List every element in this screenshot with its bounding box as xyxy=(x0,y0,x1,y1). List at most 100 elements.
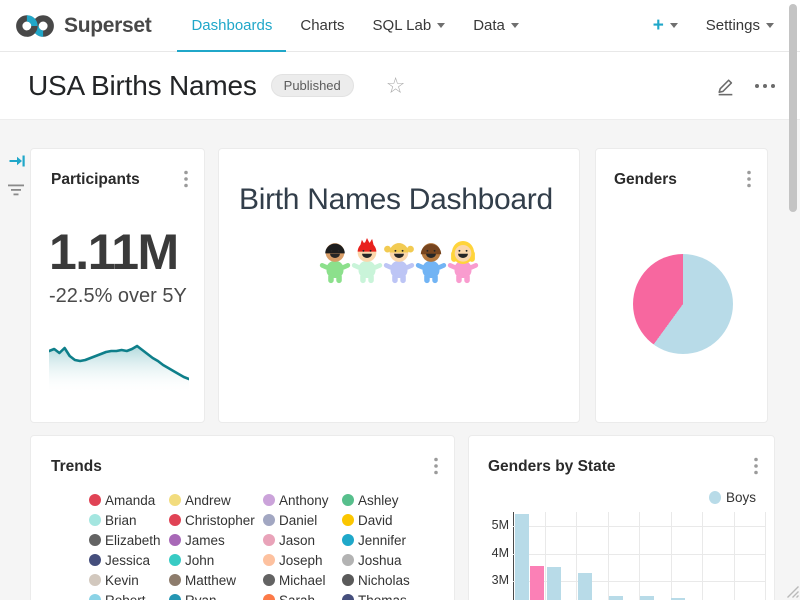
legend-dot-icon xyxy=(169,594,181,600)
pencil-icon xyxy=(715,75,736,96)
legend-item-joshua[interactable]: Joshua xyxy=(342,553,442,568)
legend-label: John xyxy=(185,553,214,568)
settings-menu[interactable]: Settings xyxy=(706,17,774,34)
vertical-scrollbar-thumb[interactable] xyxy=(789,4,797,212)
child-emoji-icon xyxy=(382,237,416,285)
legend-label: Jason xyxy=(279,533,315,548)
legend-dot-icon xyxy=(169,574,181,586)
card-genders-by-state: Genders by State Boys 5M 4M 3M xyxy=(468,435,775,600)
markdown-heading: Birth Names Dashboard xyxy=(239,183,561,217)
legend-item-nicholas[interactable]: Nicholas xyxy=(342,573,442,588)
bar-boys[interactable] xyxy=(547,567,561,600)
nav-item-dashboards[interactable]: Dashboards xyxy=(177,0,286,52)
legend-label: James xyxy=(185,533,225,548)
filter-list-button[interactable] xyxy=(7,183,25,202)
bar-boys[interactable] xyxy=(515,514,529,600)
bar-boys[interactable] xyxy=(578,573,592,600)
legend-dot-icon xyxy=(89,554,101,566)
legend-label: Christopher xyxy=(185,513,255,528)
legend-dot-icon xyxy=(263,494,275,506)
nav-item-label: Dashboards xyxy=(191,17,272,34)
chart-options-button[interactable] xyxy=(184,170,188,193)
legend-item-jennifer[interactable]: Jennifer xyxy=(342,533,442,548)
legend-item-joseph[interactable]: Joseph xyxy=(263,553,342,568)
nav-right: + Settings xyxy=(653,16,800,35)
legend-item-elizabeth[interactable]: Elizabeth xyxy=(89,533,169,548)
published-badge[interactable]: Published xyxy=(271,74,354,97)
legend-item-boys[interactable]: Boys xyxy=(709,490,756,505)
chart-title: Participants xyxy=(51,171,140,189)
legend-label: Brian xyxy=(105,513,137,528)
arrow-to-bar-icon xyxy=(8,152,26,170)
legend-item-john[interactable]: John xyxy=(169,553,263,568)
legend-item-kevin[interactable]: Kevin xyxy=(89,573,169,588)
legend-item-sarah[interactable]: Sarah xyxy=(263,593,342,600)
legend-item-amanda[interactable]: Amanda xyxy=(89,493,169,508)
nav-item-sql-lab[interactable]: SQL Lab xyxy=(359,0,460,52)
legend-label: Anthony xyxy=(279,493,329,508)
legend-dot-icon xyxy=(89,494,101,506)
more-actions-button[interactable] xyxy=(754,83,776,89)
legend-dot-icon xyxy=(263,594,275,600)
legend-label: Andrew xyxy=(185,493,231,508)
legend-label: Ryan xyxy=(185,593,217,600)
trendline-sparkline xyxy=(49,341,189,393)
sparkline-area xyxy=(49,346,189,393)
chart-options-button[interactable] xyxy=(754,457,758,480)
legend-dot-icon xyxy=(263,534,275,546)
legend-item-anthony[interactable]: Anthony xyxy=(263,493,342,508)
legend-label: Joseph xyxy=(279,553,323,568)
chart-options-button[interactable] xyxy=(434,457,438,480)
legend-item-james[interactable]: James xyxy=(169,533,263,548)
bar-boys[interactable] xyxy=(640,596,654,600)
legend-label: Ashley xyxy=(358,493,399,508)
superset-logo[interactable]: Superset xyxy=(0,12,165,40)
legend-item-jason[interactable]: Jason xyxy=(263,533,342,548)
resize-handle[interactable] xyxy=(786,585,799,600)
legend-dot-icon xyxy=(342,534,354,546)
legend-item-david[interactable]: David xyxy=(342,513,442,528)
bar-girls[interactable] xyxy=(530,566,544,600)
legend-dot-icon xyxy=(342,554,354,566)
infinity-logo-icon xyxy=(14,12,56,40)
legend-item-andrew[interactable]: Andrew xyxy=(169,493,263,508)
expand-filter-bar-button[interactable] xyxy=(8,152,26,175)
nav-item-data[interactable]: Data xyxy=(459,0,533,52)
legend-label: Robert xyxy=(105,593,146,600)
gridline-horizontal xyxy=(513,526,765,527)
card-trends: Trends AmandaAndrewAnthonyAshleyBrianChr… xyxy=(30,435,455,600)
chart-title: Genders by State xyxy=(488,458,616,476)
nav-item-label: Charts xyxy=(300,17,344,34)
chevron-down-icon xyxy=(670,23,678,28)
legend-item-christopher[interactable]: Christopher xyxy=(169,513,263,528)
favorite-star-icon[interactable]: ☆ xyxy=(386,75,406,97)
legend-item-daniel[interactable]: Daniel xyxy=(263,513,342,528)
legend-item-thomas[interactable]: Thomas xyxy=(342,593,442,600)
gridline-horizontal xyxy=(513,554,765,555)
legend-item-jessica[interactable]: Jessica xyxy=(89,553,169,568)
legend-item-ryan[interactable]: Ryan xyxy=(169,593,263,600)
legend-dot-icon xyxy=(89,534,101,546)
bar-chart-plot xyxy=(513,512,765,600)
nav-item-label: SQL Lab xyxy=(373,17,432,34)
legend-label: Jessica xyxy=(105,553,150,568)
new-item-button[interactable]: + xyxy=(653,16,678,35)
legend-dot-icon xyxy=(342,594,354,600)
legend-dot-icon xyxy=(709,491,721,504)
genders-pie-chart[interactable] xyxy=(633,254,733,354)
legend-item-robert[interactable]: Robert xyxy=(89,593,169,600)
legend-dot-icon xyxy=(263,514,275,526)
legend-item-brian[interactable]: Brian xyxy=(89,513,169,528)
legend-item-michael[interactable]: Michael xyxy=(263,573,342,588)
legend-dot-icon xyxy=(89,514,101,526)
trends-legend: Amanda Andrew Anthony Ashley Brian Christophe… xyxy=(89,490,442,600)
edit-dashboard-button[interactable] xyxy=(715,75,736,96)
chart-options-button[interactable] xyxy=(747,170,751,193)
bar-boys[interactable] xyxy=(609,596,623,600)
nav-item-charts[interactable]: Charts xyxy=(286,0,358,52)
legend-item-matthew[interactable]: Matthew xyxy=(169,573,263,588)
legend-dot-icon xyxy=(169,534,181,546)
legend-item-ashley[interactable]: Ashley xyxy=(342,493,442,508)
kebab-menu-icon xyxy=(434,457,438,475)
plus-icon: + xyxy=(653,16,664,35)
